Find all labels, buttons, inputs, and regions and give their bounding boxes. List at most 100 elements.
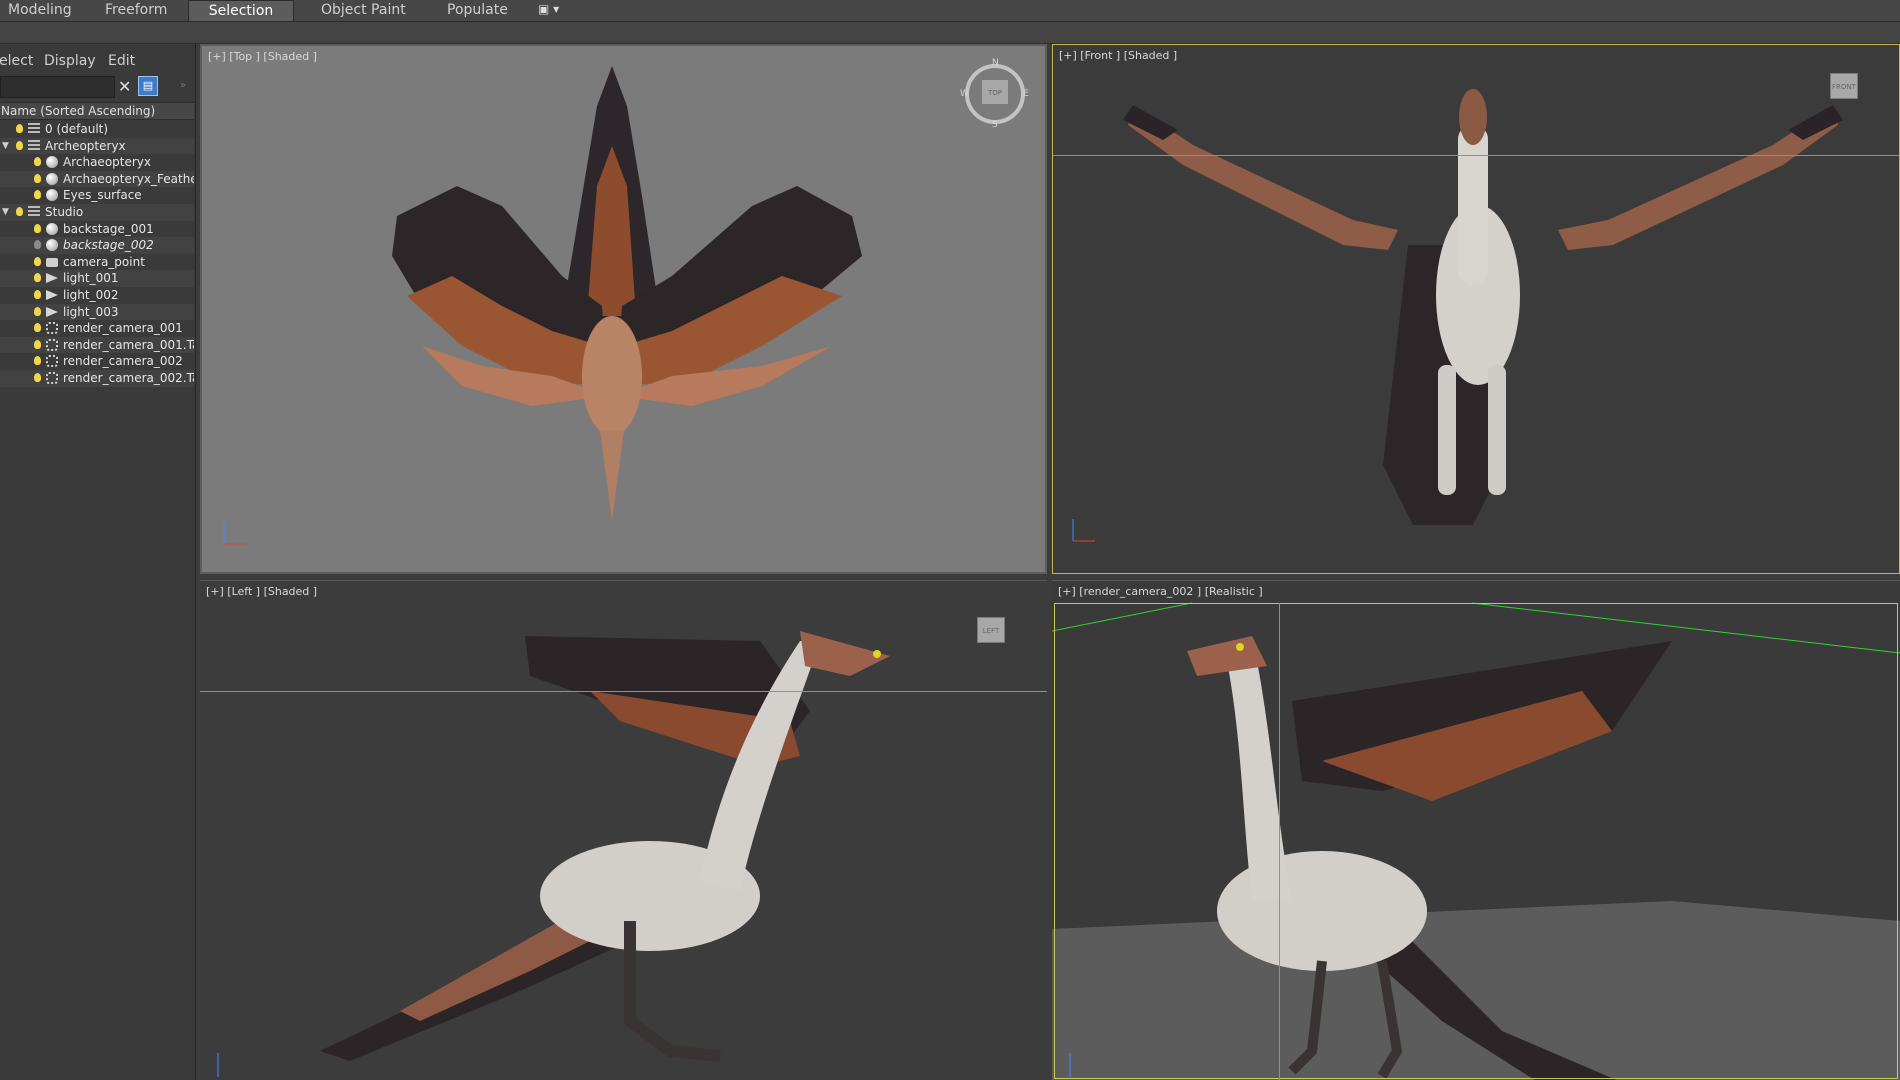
- viewport-front-label[interactable]: [+] [Front ] [Shaded ]: [1059, 49, 1177, 62]
- axis-tripod-icon: [1072, 519, 1095, 542]
- tree-row[interactable]: 0 (default): [0, 121, 194, 138]
- tree-row-label: backstage_002: [63, 238, 154, 253]
- explorer-search-input[interactable]: [0, 76, 115, 98]
- visibility-bulb-icon[interactable]: [34, 190, 41, 200]
- viewcube-top[interactable]: TOP: [981, 79, 1009, 105]
- rcam-icon: [46, 371, 58, 384]
- tree-row[interactable]: render_camera_001: [0, 320, 194, 337]
- visibility-bulb-icon[interactable]: [34, 356, 41, 366]
- tree-row[interactable]: Eyes_surface: [0, 187, 194, 204]
- viewcube-left[interactable]: LEFT: [977, 617, 1005, 643]
- sphere-icon: [46, 172, 58, 185]
- tree-row[interactable]: render_camera_002.Tar: [0, 369, 194, 387]
- tree-row[interactable]: ▼ Archeopteryx: [0, 137, 194, 155]
- visibility-bulb-icon[interactable]: [34, 173, 41, 183]
- sphere-icon: [46, 156, 58, 169]
- tree-row[interactable]: backstage_002: [0, 237, 194, 254]
- dropdown-icon[interactable]: ▣ ▾: [538, 2, 568, 18]
- visibility-bulb-icon[interactable]: [16, 140, 23, 150]
- tree-row-label: Eyes_surface: [63, 188, 142, 203]
- visibility-bulb-icon[interactable]: [16, 206, 23, 216]
- sphere-icon: [46, 239, 58, 252]
- tree-row-label: light_002: [63, 287, 119, 302]
- sphere-icon: [46, 222, 58, 235]
- ribbon-tab-populate[interactable]: Populate: [447, 0, 517, 21]
- visibility-bulb-icon[interactable]: [34, 223, 41, 233]
- safe-frame: [1054, 603, 1898, 1079]
- horizon-line: [200, 691, 1047, 692]
- archaeopteryx-left-view: [320, 631, 890, 1062]
- visibility-bulb-icon[interactable]: [34, 289, 41, 299]
- tree-row-label: backstage_001: [63, 221, 154, 236]
- light-icon: [46, 289, 58, 300]
- ribbon-tab-modeling[interactable]: Modeling: [8, 0, 78, 21]
- rcam-icon: [46, 338, 58, 351]
- tree-row-label: light_003: [63, 304, 119, 319]
- axis-tripod-icon: [1069, 1053, 1071, 1077]
- visibility-bulb-icon[interactable]: [34, 157, 41, 167]
- tree-row-label: render_camera_002.Tar: [63, 370, 194, 385]
- ribbon-tab-selection[interactable]: Selection: [188, 0, 294, 21]
- viewport-render-camera[interactable]: [+] [render_camera_002 ] [Realistic ]: [1052, 580, 1900, 1080]
- tree-row[interactable]: render_camera_001.Tar: [0, 336, 194, 354]
- tree-row-label: render_camera_002: [63, 354, 183, 369]
- expand-arrow-icon[interactable]: ▼: [2, 138, 9, 154]
- filter-icon[interactable]: ▤: [138, 76, 158, 96]
- tree-row[interactable]: light_002: [0, 287, 194, 304]
- archaeopteryx-front-view: [1123, 89, 1843, 525]
- viewport-left-label[interactable]: [+] [Left ] [Shaded ]: [206, 585, 317, 598]
- layer-icon: [28, 205, 40, 218]
- visibility-bulb-icon[interactable]: [34, 306, 41, 316]
- tree-row[interactable]: light_003: [0, 303, 194, 321]
- tree-row[interactable]: ▼ Studio: [0, 203, 194, 221]
- compass-west-label: W: [960, 89, 969, 99]
- axis-tripod-icon: [223, 522, 246, 545]
- tree-row[interactable]: backstage_001: [0, 221, 194, 238]
- viewport-left[interactable]: [+] [Left ] [Shaded ] LEFT: [200, 580, 1047, 1080]
- viewport-top-label[interactable]: [+] [Top ] [Shaded ]: [208, 50, 317, 63]
- viewport-front[interactable]: [+] [Front ] [Shaded ] FRONT: [1052, 44, 1900, 574]
- rcam-icon: [46, 355, 58, 368]
- tree-row-label: render_camera_001.Tar: [63, 337, 194, 352]
- viewport-top[interactable]: [+] [Top ] [Shaded ] TOP N E S W: [200, 44, 1047, 574]
- visibility-bulb-icon[interactable]: [34, 256, 41, 266]
- menu-display[interactable]: Display: [44, 53, 96, 69]
- tree-row[interactable]: light_001: [0, 270, 194, 287]
- cam-icon: [46, 257, 58, 267]
- visibility-bulb-icon[interactable]: [34, 323, 41, 333]
- tree-row[interactable]: camera_point: [0, 254, 194, 271]
- tree-row[interactable]: Archaeopteryx: [0, 154, 194, 171]
- compass-south-label: S: [992, 120, 998, 130]
- visibility-bulb-icon[interactable]: [34, 339, 41, 349]
- tree-row[interactable]: render_camera_002: [0, 353, 194, 370]
- menu-edit[interactable]: Edit: [108, 53, 135, 69]
- tree-row[interactable]: Archaeopteryx_Feather: [0, 170, 194, 188]
- compass-east-label: E: [1023, 89, 1029, 99]
- archaeopteryx-top-view: [392, 66, 862, 521]
- visibility-bulb-icon[interactable]: [16, 124, 23, 133]
- layer-icon: [28, 139, 40, 152]
- visibility-bulb-icon[interactable]: [34, 273, 41, 283]
- ribbon-tabs: Modeling Freeform Selection Object Paint Pop…: [0, 0, 1900, 22]
- horizon-line: [1053, 155, 1899, 156]
- ribbon-tab-freeform[interactable]: Freeform: [105, 0, 175, 21]
- scene-explorer: elect Display Edit ✕ ▤ » Name (Sorted As…: [0, 44, 196, 1080]
- compass-north-label: N: [992, 58, 999, 68]
- expand-panel-icon[interactable]: »: [180, 80, 186, 91]
- viewcube-front[interactable]: FRONT: [1830, 73, 1858, 99]
- ribbon-tab-object-paint[interactable]: Object Paint: [321, 0, 411, 21]
- explorer-menubar: elect Display Edit: [0, 44, 195, 69]
- name-column-header[interactable]: Name (Sorted Ascending): [0, 102, 194, 120]
- explorer-search-row: ✕ ▤ »: [0, 76, 196, 100]
- ribbon-panel-strip: [0, 22, 1900, 44]
- visibility-bulb-icon[interactable]: [34, 240, 41, 250]
- rcam-icon: [46, 322, 58, 335]
- expand-arrow-icon[interactable]: ▼: [2, 204, 9, 220]
- clear-search-icon[interactable]: ✕: [118, 77, 131, 96]
- viewport-camera-label[interactable]: [+] [render_camera_002 ] [Realistic ]: [1058, 585, 1263, 598]
- visibility-bulb-icon[interactable]: [34, 372, 41, 382]
- tree-row-label: Archeopteryx: [45, 138, 126, 153]
- menu-select[interactable]: elect: [0, 53, 33, 69]
- tree-row-label: light_001: [63, 271, 119, 286]
- tree-row-label: render_camera_001: [63, 321, 183, 336]
